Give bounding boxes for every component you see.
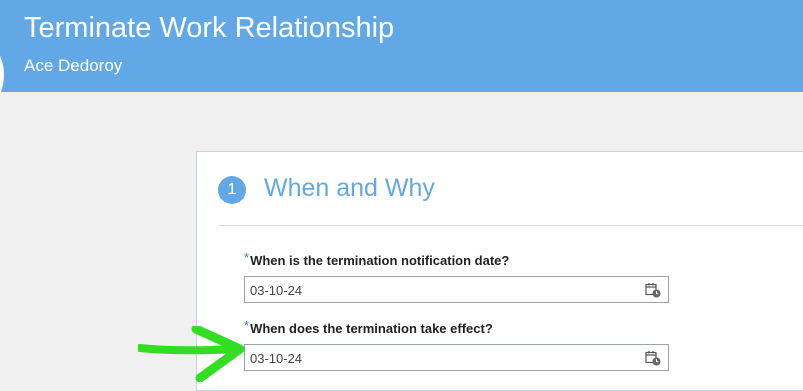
notification-date-label-text: When is the termination notification dat…: [250, 253, 510, 268]
notification-date-input[interactable]: [250, 281, 630, 299]
notification-date-field[interactable]: [244, 276, 669, 303]
annotation-arrow-icon: [138, 326, 245, 382]
section-divider: [218, 225, 803, 226]
required-marker: *: [244, 250, 250, 265]
step-number-badge: 1: [218, 176, 246, 204]
page-header: Terminate Work Relationship Ace Dedoroy: [0, 0, 803, 92]
notification-date-label: *When is the termination notification da…: [244, 250, 510, 268]
header-avatar-edge: [0, 40, 4, 92]
effective-date-label-text: When does the termination take effect?: [250, 321, 493, 336]
section-title: When and Why: [264, 174, 435, 202]
effective-date-field[interactable]: [244, 344, 669, 371]
effective-date-input[interactable]: [250, 349, 630, 367]
effective-date-label: *When does the termination take effect?: [244, 318, 493, 336]
page-title: Terminate Work Relationship: [24, 12, 395, 44]
calendar-icon[interactable]: [645, 350, 661, 366]
when-and-why-panel: 1 When and Why *When is the termination …: [196, 151, 803, 391]
calendar-icon[interactable]: [645, 282, 661, 298]
person-name: Ace Dedoroy: [24, 56, 123, 75]
